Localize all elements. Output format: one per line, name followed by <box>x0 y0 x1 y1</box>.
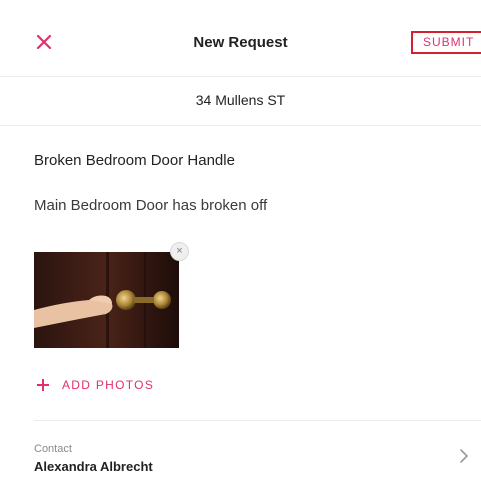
add-photos-button[interactable]: ADD PHOTOS <box>36 375 154 395</box>
top-bar: New Request SUBMIT <box>0 0 481 77</box>
close-icon: × <box>176 245 183 257</box>
plus-icon <box>37 379 49 391</box>
door-handle-photo <box>34 252 179 348</box>
address-bar: 34 Mullens ST <box>0 77 481 126</box>
request-description[interactable]: Main Bedroom Door has broken off <box>34 197 267 214</box>
chevron-right-icon <box>460 449 469 463</box>
page-title: New Request <box>193 34 288 51</box>
request-title[interactable]: Broken Bedroom Door Handle <box>34 152 235 169</box>
divider <box>34 420 481 421</box>
remove-photo-button[interactable]: × <box>170 242 189 261</box>
add-photos-label: ADD PHOTOS <box>62 378 155 392</box>
property-address: 34 Mullens ST <box>195 92 286 108</box>
photo-thumbnail[interactable] <box>34 252 179 348</box>
contact-caption: Contact <box>34 443 72 455</box>
submit-button[interactable]: SUBMIT <box>411 31 481 54</box>
contact-row[interactable]: Contact Alexandra Albrecht <box>0 428 481 484</box>
contact-name: Alexandra Albrecht <box>34 459 153 474</box>
